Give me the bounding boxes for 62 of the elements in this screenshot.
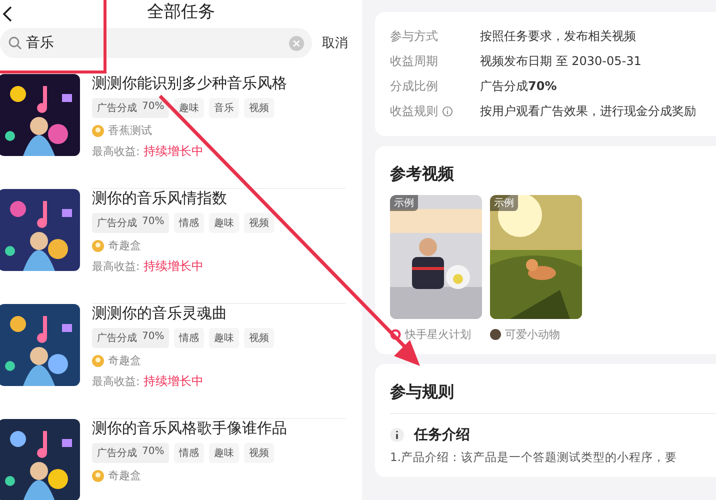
author-avatar <box>92 354 104 366</box>
author-name: 奇趣盒 <box>108 238 141 253</box>
task-title[interactable]: 测测你的音乐灵魂曲 <box>92 304 346 323</box>
tag: 趣味 <box>209 443 240 463</box>
video-thumbnail[interactable]: 示例 <box>390 195 482 319</box>
earnings-value: 持续增长中 <box>144 143 204 160</box>
author-avatar <box>92 124 104 136</box>
author-name: 奇趣盒 <box>108 353 141 368</box>
info-value: 广告分成70% <box>480 78 557 95</box>
task-title[interactable]: 测你的音乐风情指数 <box>92 189 346 208</box>
section-title: 参与规则 <box>390 382 455 403</box>
video-author: 快手星火计划 <box>405 327 471 342</box>
section-title: 参考视频 <box>390 164 455 185</box>
tag: 情感 <box>174 328 204 348</box>
video-thumbnail[interactable]: 示例 <box>490 195 582 319</box>
info-label: 收益周期 <box>390 53 438 70</box>
example-badge: 示例 <box>490 195 518 211</box>
info-value: 视频发布日期 至 2030-05-31 <box>480 53 642 70</box>
earnings-label: 最高收益: <box>92 144 140 159</box>
earnings-label: 最高收益: <box>92 259 140 274</box>
author-avatar <box>490 329 501 340</box>
tag: 音乐 <box>209 98 240 118</box>
author-name: 奇趣盒 <box>108 468 141 483</box>
task-title[interactable]: 测测你能识别多少种音乐风格 <box>92 74 346 93</box>
tag: 视频 <box>244 328 274 348</box>
share-tag: 广告分成 70% <box>92 443 170 463</box>
share-tag: 广告分成 70% <box>92 98 170 118</box>
ring-icon <box>390 329 401 340</box>
info-value: 按照任务要求，发布相关视频 <box>480 28 636 45</box>
info-label: 分成比例 <box>390 78 438 95</box>
cancel-button[interactable]: 取消 <box>322 34 348 52</box>
task-title[interactable]: 测你的音乐风格歌手像谁作品 <box>92 419 346 438</box>
search-icon <box>8 36 22 50</box>
page-title: 全部任务 <box>147 0 215 22</box>
search-field[interactable]: 音乐 <box>0 28 312 58</box>
info-label: 收益规则 <box>390 103 438 120</box>
info-label: 参与方式 <box>390 28 438 45</box>
earnings-value: 持续增长中 <box>144 373 204 390</box>
tag: 趣味 <box>174 98 204 118</box>
tag: 视频 <box>244 443 274 463</box>
video-author: 可爱小动物 <box>505 327 560 342</box>
tag: 趣味 <box>209 213 240 233</box>
tag: 视频 <box>244 213 274 233</box>
intro-text: 1.产品介绍：该产品是一个答题测试类型的小程序，要 <box>390 450 678 465</box>
tag: 情感 <box>174 443 204 463</box>
info-icon[interactable] <box>442 106 453 117</box>
tag: 趣味 <box>209 328 240 348</box>
author-avatar <box>92 470 104 482</box>
info-icon <box>390 428 404 442</box>
tag: 情感 <box>174 213 204 233</box>
search-input[interactable]: 音乐 <box>26 35 285 51</box>
share-tag: 广告分成 70% <box>92 213 170 233</box>
example-badge: 示例 <box>390 195 418 211</box>
earnings-value: 持续增长中 <box>144 258 204 275</box>
earnings-label: 最高收益: <box>92 374 140 389</box>
author-avatar <box>92 240 104 252</box>
back-icon[interactable] <box>2 6 12 22</box>
share-tag: 广告分成 70% <box>92 328 170 348</box>
author-name: 香蕉测试 <box>108 123 152 138</box>
intro-title: 任务介绍 <box>414 426 470 444</box>
tag: 视频 <box>244 98 274 118</box>
info-value: 按用户观看广告效果，进行现金分成奖励 <box>480 103 696 120</box>
